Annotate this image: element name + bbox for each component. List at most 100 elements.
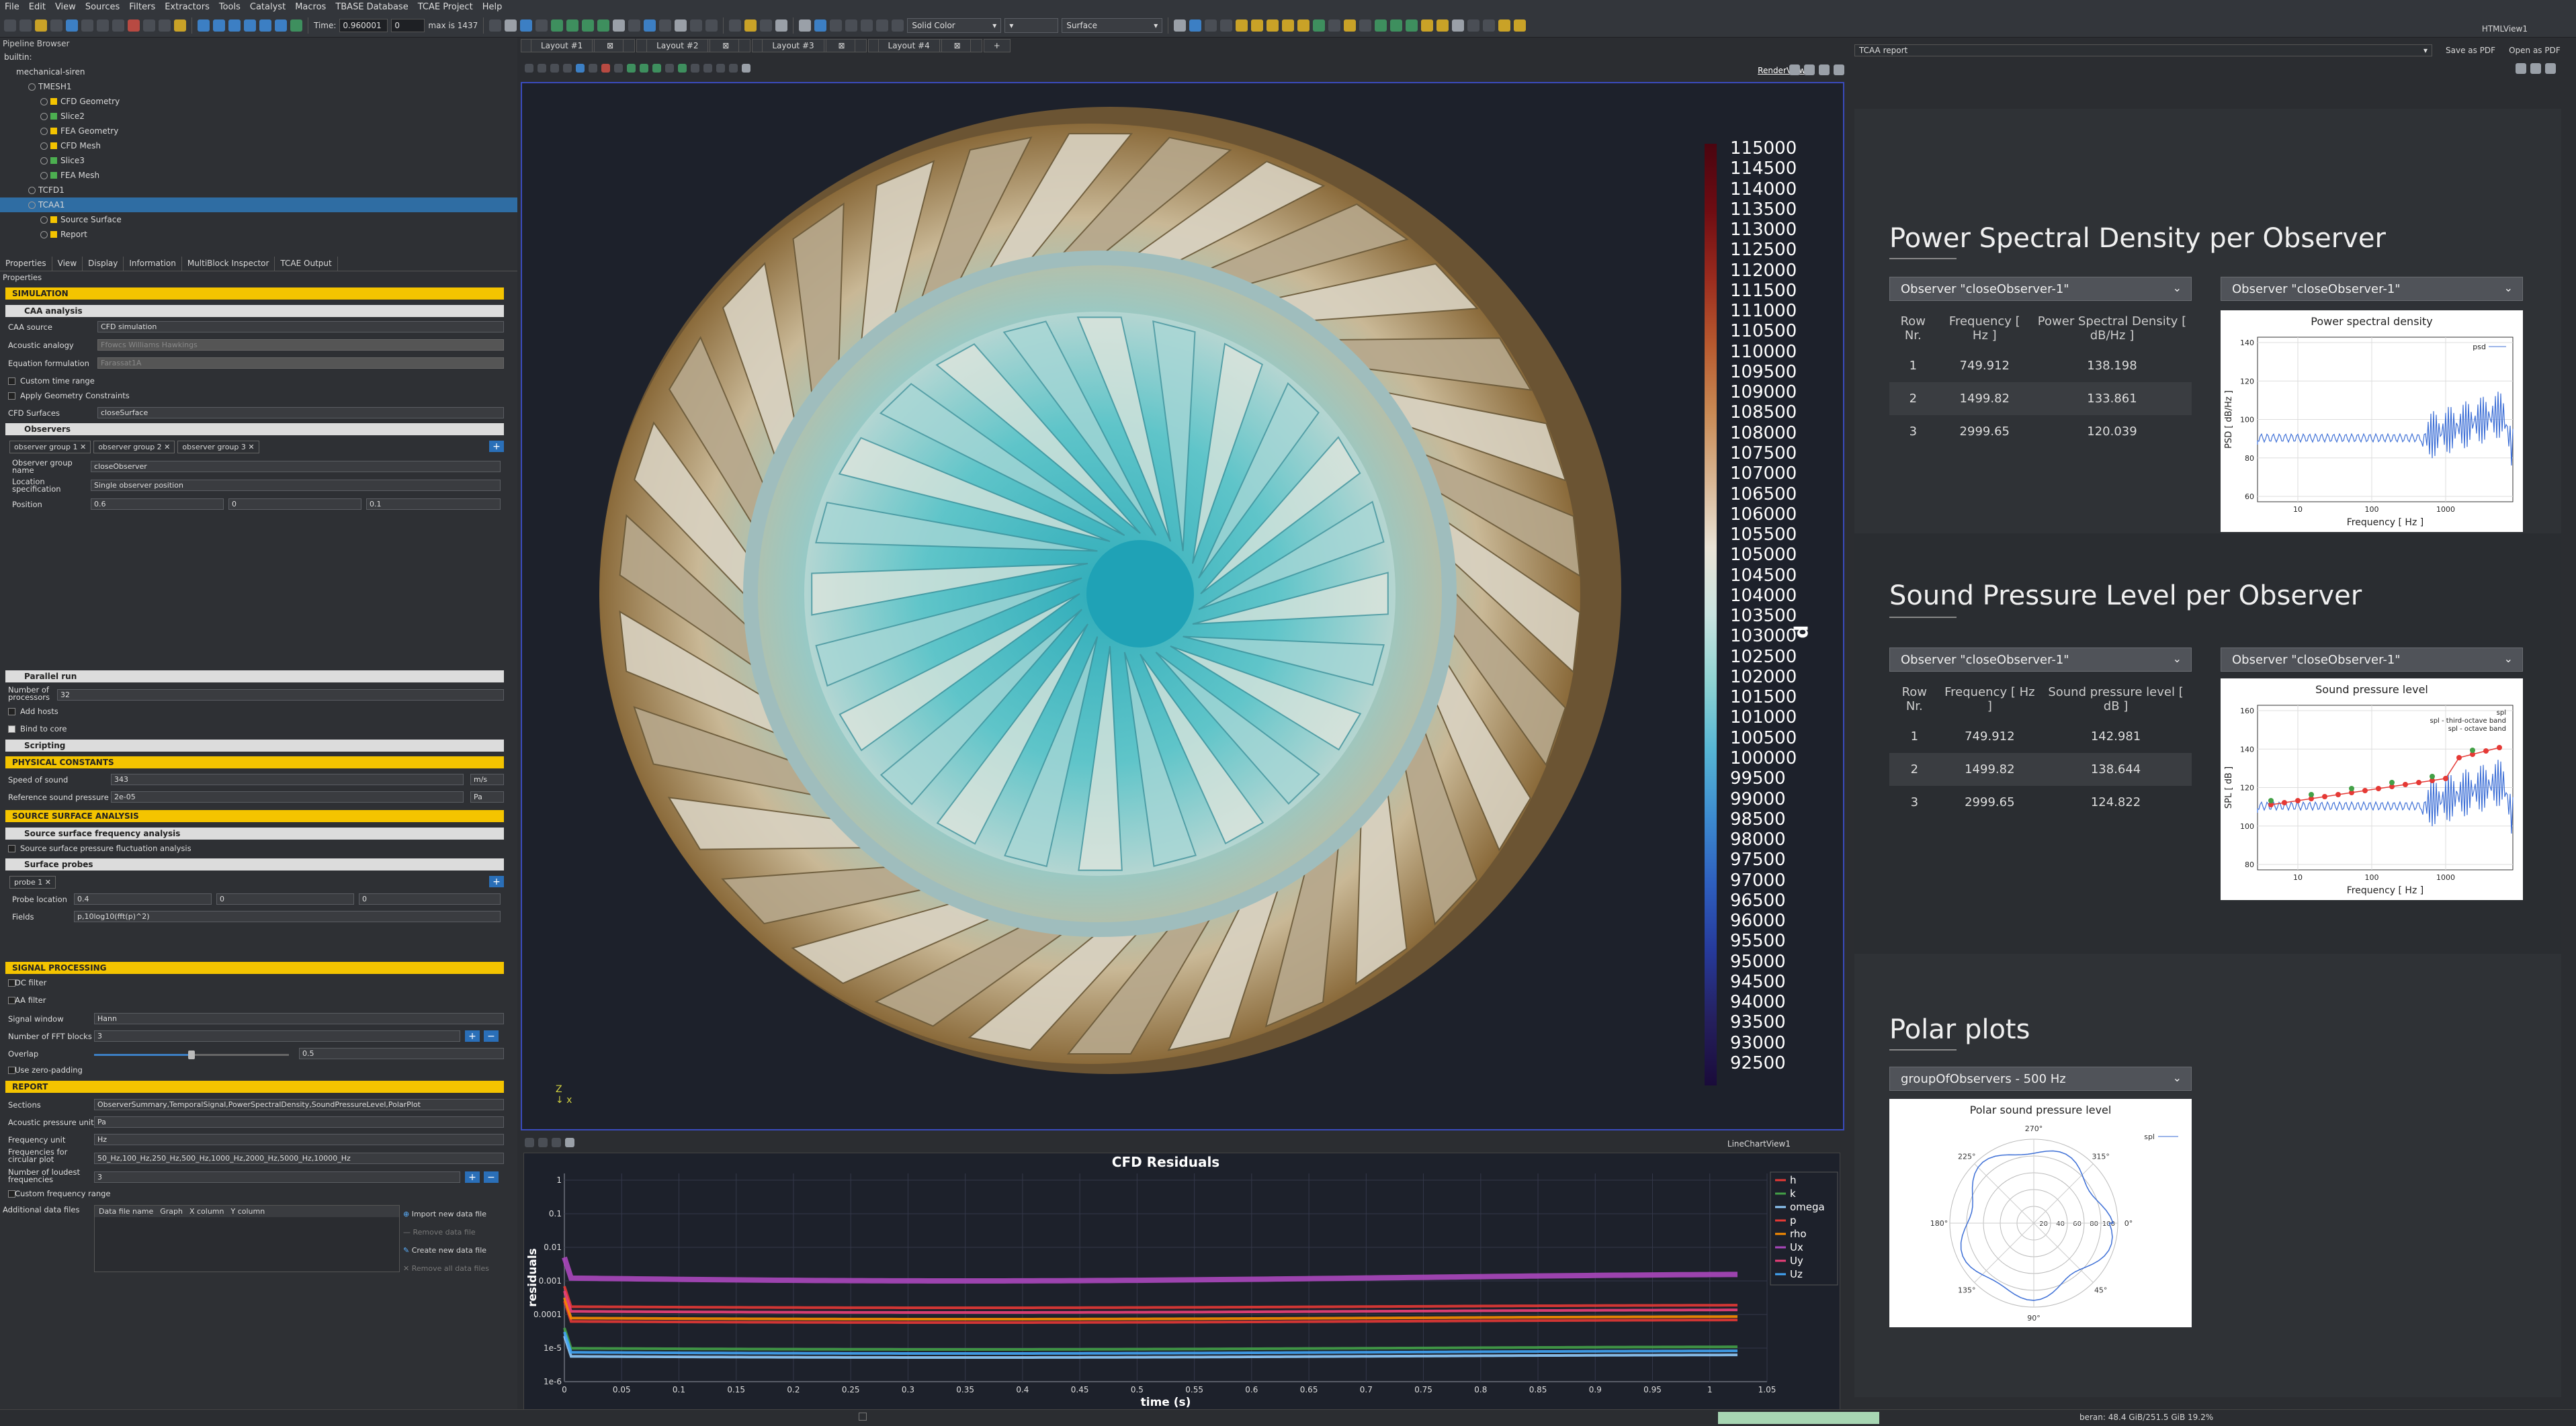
render-view[interactable]: Z ↓ x: [521, 82, 1844, 1130]
close-icon[interactable]: ⊠: [941, 39, 971, 52]
component-combo[interactable]: ▾: [1004, 17, 1059, 33]
layout-tab[interactable]: Layout #4 ⊠: [867, 39, 982, 52]
toolbar-icon[interactable]: [566, 19, 579, 32]
representation-combo[interactable]: Surface ▾: [1062, 17, 1163, 33]
toolbar-icon[interactable]: [551, 19, 564, 32]
toolbar-icon[interactable]: [861, 19, 873, 32]
toolbar-icon[interactable]: [597, 19, 610, 32]
add-data-table[interactable]: Data file name Graph X column Y column: [94, 1205, 400, 1272]
probe-z-input[interactable]: 0: [359, 893, 501, 905]
line-chart-view[interactable]: CFD Residuals time (s) residuals 1 0.1 0.01 0.…: [523, 1153, 1840, 1412]
toolbar-icon[interactable]: [729, 19, 742, 32]
freq-unit-combo[interactable]: Hz: [94, 1134, 504, 1145]
toolbar-icon[interactable]: [628, 19, 641, 32]
toolbar-icon[interactable]: [1406, 19, 1418, 32]
save-icon[interactable]: [19, 19, 32, 32]
html-report[interactable]: Power Spectral Density per Observer Obse…: [1854, 60, 2561, 1404]
probe-tab-1[interactable]: probe 1 ✕: [9, 876, 56, 889]
layout-tab[interactable]: Layout #1 ⊠: [521, 39, 636, 52]
menu-filters[interactable]: Filters: [124, 2, 160, 12]
toolbar-icon[interactable]: [563, 63, 572, 73]
toolbar-icon[interactable]: [1282, 19, 1295, 32]
camera-undo-icon[interactable]: [128, 19, 140, 32]
visibility-eye-icon[interactable]: [28, 186, 36, 194]
toolbar-icon[interactable]: [1359, 19, 1372, 32]
add-layout-tab[interactable]: +: [983, 39, 1011, 52]
tab-properties[interactable]: Properties: [0, 257, 52, 271]
loudest-add-button[interactable]: +: [465, 1171, 480, 1183]
toolbar-icon[interactable]: [1236, 19, 1248, 32]
toolbar-icon[interactable]: [1205, 19, 1217, 32]
toolbar-icon[interactable]: [1174, 19, 1187, 32]
toolbar-icon[interactable]: [1467, 19, 1480, 32]
toolbar-icon[interactable]: [1421, 19, 1434, 32]
visibility-eye-icon[interactable]: [40, 171, 48, 179]
toolbar-icon[interactable]: [1375, 19, 1387, 32]
pipeline-item[interactable]: CFD Mesh: [0, 138, 517, 153]
tab-view[interactable]: View: [52, 257, 83, 271]
first-frame-icon[interactable]: [198, 19, 210, 32]
toolbar-icon[interactable]: [678, 63, 687, 73]
parallel-run-header[interactable]: Parallel run: [5, 670, 504, 682]
toolbar-icon[interactable]: [1297, 19, 1310, 32]
ssfa-header[interactable]: Source surface frequency analysis: [5, 828, 504, 840]
menu-file[interactable]: File: [0, 2, 24, 12]
caa-source-combo[interactable]: CFD simulation: [97, 321, 504, 332]
toolbar-icon[interactable]: [705, 19, 718, 32]
toolbar-icon[interactable]: [589, 63, 597, 73]
pipeline-item[interactable]: builtin:: [0, 50, 517, 64]
visibility-eye-icon[interactable]: [28, 201, 36, 209]
toolbar-icon[interactable]: [892, 19, 904, 32]
add-hosts-checkbox[interactable]: [8, 708, 15, 715]
custom-time-checkbox[interactable]: [8, 377, 15, 385]
toolbar-icon[interactable]: [565, 1138, 574, 1147]
toolbar-icon[interactable]: [1344, 19, 1357, 32]
acu-unit-combo[interactable]: Pa: [94, 1116, 504, 1128]
spl-observer-button[interactable]: Observer "closeObserver-1" ⌄: [1889, 648, 2192, 672]
menu-help[interactable]: Help: [478, 2, 507, 12]
loop-icon[interactable]: [290, 19, 302, 32]
toolbar-icon[interactable]: [525, 1138, 534, 1147]
circ-combo[interactable]: 50_Hz,100_Hz,250_Hz,500_Hz,1000_Hz,2000_…: [94, 1153, 504, 1164]
pipeline-item[interactable]: Slice2: [0, 109, 517, 124]
toolbar-icon[interactable]: [703, 63, 712, 73]
color-mode-combo[interactable]: Solid Color ▾: [907, 17, 1002, 33]
toolbar-icon[interactable]: [845, 19, 858, 32]
toolbar-icon[interactable]: [1436, 19, 1449, 32]
sections-combo[interactable]: ObserverSummary,TemporalSignal,PowerSpec…: [94, 1099, 504, 1110]
toolbar-icon[interactable]: [814, 19, 827, 32]
tab-display[interactable]: Display: [83, 257, 124, 271]
menu-macros[interactable]: Macros: [290, 2, 331, 12]
pipeline-item[interactable]: TMESH1: [0, 79, 517, 94]
toolbar-icon[interactable]: [830, 19, 843, 32]
scripting-header[interactable]: Scripting: [5, 740, 504, 752]
physical-constants-header[interactable]: PHYSICAL CONSTANTS: [5, 756, 504, 768]
psd-observer-button[interactable]: Observer "closeObserver-1" ⌄: [1889, 277, 2192, 301]
pipeline-item[interactable]: FEA Geometry: [0, 124, 517, 138]
probe-y-input[interactable]: 0: [216, 893, 354, 905]
time-input[interactable]: 0.960001: [339, 18, 388, 32]
toolbar-icon[interactable]: [876, 19, 889, 32]
sos-unit-combo[interactable]: m/s: [470, 774, 504, 785]
ref-pressure-input[interactable]: 2e-05: [111, 791, 464, 803]
report-combo[interactable]: TCAA report ▾: [1854, 44, 2432, 56]
toolbar-icon[interactable]: [538, 63, 546, 73]
toolbar-icon[interactable]: [690, 19, 703, 32]
split-horizontal-icon[interactable]: [1789, 64, 1800, 75]
pipeline-item[interactable]: Slice3: [0, 153, 517, 168]
toolbar-icon[interactable]: [691, 63, 699, 73]
toolbar-icon[interactable]: [1390, 19, 1403, 32]
visibility-eye-icon[interactable]: [40, 216, 48, 224]
load-state-icon[interactable]: [35, 19, 47, 32]
toolbar-icon[interactable]: [716, 63, 725, 73]
toolbar-icon[interactable]: [742, 63, 750, 73]
prev-frame-icon[interactable]: [213, 19, 225, 32]
import-data-button[interactable]: ⊕ Import new data file: [403, 1205, 489, 1223]
close-icon[interactable]: ⊠: [594, 39, 624, 52]
menu-tbase-database[interactable]: TBASE Database: [331, 2, 413, 12]
bind-core-checkbox[interactable]: [8, 725, 15, 733]
toolbar-icon[interactable]: [640, 63, 648, 73]
last-frame-icon[interactable]: [275, 19, 287, 32]
disconnect-icon[interactable]: [81, 19, 93, 32]
save-state-icon[interactable]: [50, 19, 62, 32]
